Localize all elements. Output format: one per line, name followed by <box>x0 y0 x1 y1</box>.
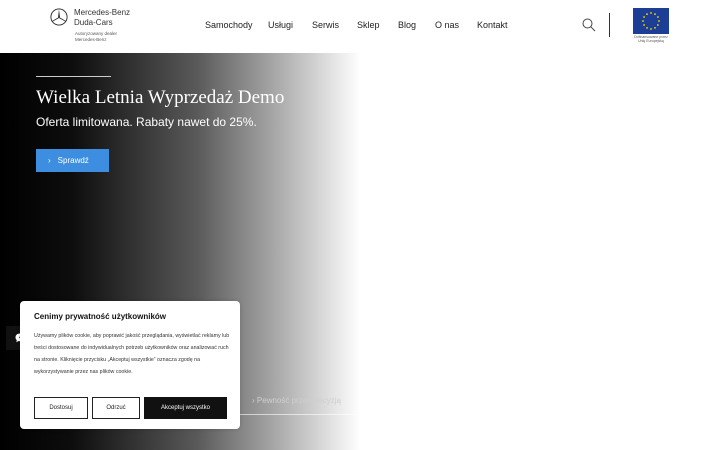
nav-item-uslugi[interactable]: Usługi <box>268 20 293 30</box>
header-divider <box>609 13 610 37</box>
brand-sub-line2: Mercedes-Benz <box>75 37 107 42</box>
search-icon[interactable] <box>582 18 596 32</box>
site-header: Mercedes-Benz Duda-Cars Autoryzowany dea… <box>0 0 720 53</box>
hero-divider <box>36 76 111 77</box>
brand-name-line1: Mercedes-Benz <box>74 8 131 17</box>
hero-title: Wielka Letnia Wyprzedaż Demo <box>36 87 285 108</box>
eu-flag-icon <box>633 8 669 34</box>
brand-subtitle: Autoryzowany dealer Mercedes-Benz <box>75 31 117 43</box>
cta-button[interactable]: › Sprawdź <box>36 149 109 172</box>
slide-nav-label: Pewność przed decyzją <box>256 396 341 405</box>
cookie-text: Używamy plików cookie, aby poprawić jako… <box>34 333 230 375</box>
brand-name[interactable]: Mercedes-Benz Duda-Cars <box>74 8 130 28</box>
cta-button-label: Sprawdź <box>57 156 89 165</box>
nav-item-samochody[interactable]: Samochody <box>205 20 253 30</box>
customize-button[interactable]: Dostosuj <box>34 397 88 419</box>
cookie-title: Cenimy prywatność użytkowników <box>34 312 167 321</box>
brand-name-line2: Duda-Cars <box>74 18 113 27</box>
eu-text-line2: Unię Europejską <box>638 39 664 43</box>
hero-subtitle: Oferta limitowana. Rabaty nawet do 25%. <box>36 115 257 129</box>
chevron-right-icon: › <box>48 156 51 165</box>
accept-all-button[interactable]: Akceptuj wszystko <box>144 397 227 419</box>
nav-item-kontakt[interactable]: Kontakt <box>477 20 508 30</box>
mercedes-star-icon[interactable] <box>50 8 68 26</box>
nav-item-blog[interactable]: Blog <box>398 20 416 30</box>
eu-funding-text: Dofinansowane przez Unię Europejską <box>630 35 672 43</box>
slide-nav-item[interactable]: › Pewność przed decyzją <box>252 396 341 405</box>
nav-item-sklep[interactable]: Sklep <box>357 20 380 30</box>
reject-button[interactable]: Odrzuć <box>92 397 140 419</box>
cookie-consent-dialog: Cenimy prywatność użytkowników Używamy p… <box>20 301 240 429</box>
nav-item-o-nas[interactable]: O nas <box>435 20 459 30</box>
nav-item-serwis[interactable]: Serwis <box>312 20 339 30</box>
slide-progress-bar <box>240 414 360 415</box>
chevron-right-icon: › <box>252 396 255 405</box>
